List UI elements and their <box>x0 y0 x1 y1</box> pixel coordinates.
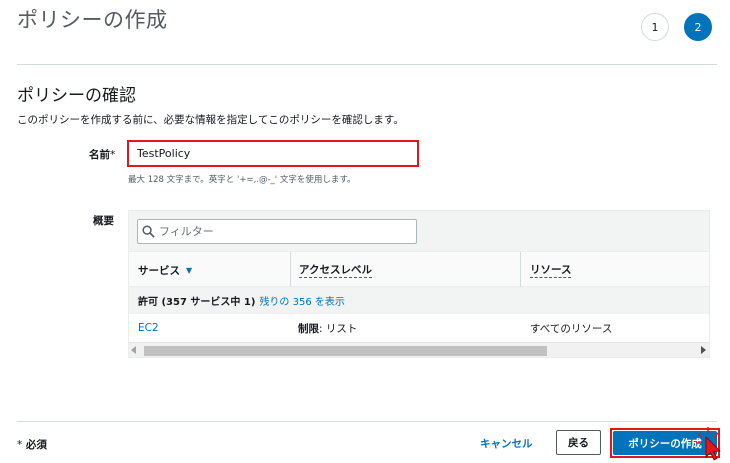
scrollbar-thumb[interactable] <box>144 346 547 356</box>
show-remaining-link[interactable]: 残りの 356 を表示 <box>259 293 344 308</box>
click-cursor-icon <box>696 427 721 461</box>
back-button[interactable]: 戻る <box>556 430 601 455</box>
filter-box[interactable] <box>137 219 417 244</box>
horizontal-scrollbar[interactable] <box>129 342 709 357</box>
filter-input[interactable] <box>159 225 399 238</box>
footer-divider <box>17 421 717 422</box>
table-header: サービス ▼ アクセスレベル リソース <box>129 251 709 288</box>
policy-name-input[interactable] <box>129 142 417 165</box>
column-header-resource[interactable]: リソース <box>520 252 572 288</box>
step-indicator-1[interactable]: 1 <box>641 13 669 41</box>
cancel-button[interactable]: キャンセル <box>476 431 537 455</box>
service-link[interactable]: EC2 <box>138 314 159 342</box>
table-row: EC2 制限: リスト すべてのリソース <box>129 314 709 342</box>
name-field-highlight <box>127 140 419 167</box>
sort-desc-icon[interactable]: ▼ <box>186 266 192 275</box>
header-divider <box>17 64 717 65</box>
summary-table: サービス ▼ アクセスレベル リソース 許可 (357 サービス中 1) 残りの… <box>128 210 710 358</box>
search-icon <box>142 225 155 238</box>
name-label: 名前* <box>89 149 116 161</box>
scroll-right-icon[interactable] <box>701 346 706 354</box>
page-title: ポリシーの作成 <box>17 8 168 32</box>
allow-group-label: 許可 (357 サービス中 1) <box>138 297 256 308</box>
section-title: ポリシーの確認 <box>17 86 136 106</box>
name-hint: 最大 128 文字まで。英字と '+=,.@-_' 文字を使用します。 <box>128 175 356 185</box>
step-indicator-2[interactable]: 2 <box>684 13 712 41</box>
filter-area <box>129 211 709 251</box>
resource-cell: すべてのリソース <box>530 322 613 335</box>
access-level-cell: 制限: リスト <box>298 322 358 335</box>
summary-label: 概要 <box>93 215 114 227</box>
scroll-left-icon[interactable] <box>131 346 136 354</box>
section-description: このポリシーを作成する前に、必要な情報を指定してこのポリシーを確認します。 <box>17 114 404 126</box>
column-header-service[interactable]: サービス ▼ <box>138 252 192 288</box>
column-header-access-level[interactable]: アクセスレベル <box>290 252 372 288</box>
required-note: * 必須 <box>17 439 47 451</box>
allow-group-row: 許可 (357 サービス中 1) 残りの 356 を表示 <box>129 287 709 314</box>
